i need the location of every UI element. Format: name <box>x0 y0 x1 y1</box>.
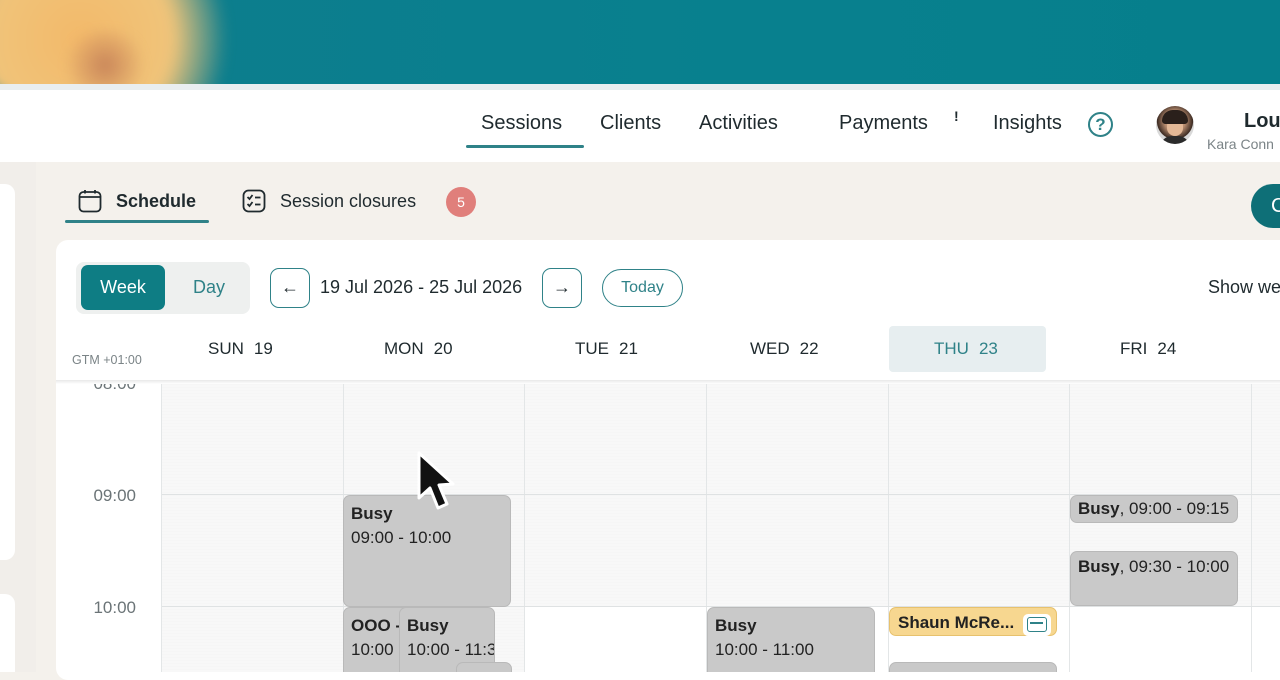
time-label-1000: 10:00 <box>93 598 136 617</box>
nav-payments[interactable]: Payments <box>839 112 928 135</box>
timezone-label: GTM +01:00 <box>72 353 142 367</box>
create-button[interactable]: C <box>1251 184 1280 228</box>
event-time: , 09:30 - 10:00 <box>1119 557 1230 576</box>
calendar-icon <box>78 190 102 213</box>
previous-week-button[interactable]: ← <box>270 268 310 308</box>
closures-count-badge: 5 <box>446 187 476 217</box>
event-time: 10:00 - 11:00 <box>715 640 814 659</box>
header-shadow <box>56 380 1280 384</box>
user-name[interactable]: Lou <box>1244 110 1280 133</box>
event-time: 09:00 - 10:00 <box>351 528 452 547</box>
event-time: 10:00 <box>351 640 394 659</box>
tab-schedule-label: Schedule <box>116 191 197 211</box>
user-organization: Kara Conn <box>1207 136 1274 152</box>
left-panel-card <box>0 184 15 560</box>
event-title: Busy <box>715 616 757 635</box>
event-title: Shaun McRe... <box>898 613 1015 632</box>
event-thu-busy[interactable] <box>889 662 1057 672</box>
next-week-button[interactable]: → <box>542 268 582 308</box>
calendar-grid[interactable]: 08:00 09:00 10:00 Busy 09:00 - 10:00 OOO… <box>56 384 1280 672</box>
event-time: 10:00 - 11:3 <box>407 640 495 659</box>
nav-active-underline <box>466 145 584 148</box>
grid-col-line <box>1251 384 1252 672</box>
event-title: OOO - <box>351 616 402 635</box>
left-panel-card-2 <box>0 594 15 672</box>
nav-activities[interactable]: Activities <box>699 112 778 135</box>
time-label-0800: 08:00 <box>56 384 136 394</box>
tab-session-closures-label: Session closures <box>280 191 417 211</box>
grid-col-line <box>161 384 162 672</box>
event-title: Busy <box>1078 499 1120 518</box>
avatar[interactable] <box>1156 106 1194 144</box>
event-time: , 09:00 - 09:15 <box>1119 499 1230 518</box>
card-payment-icon <box>1027 617 1047 632</box>
event-mon-small[interactable] <box>456 662 512 672</box>
nav-clients[interactable]: Clients <box>600 112 661 135</box>
event-title: Busy <box>1078 557 1120 576</box>
tab-active-underline <box>65 220 209 223</box>
date-range: 19 Jul 2026 - 25 Jul 2026 <box>320 277 523 297</box>
day-header-thu[interactable]: THU 23 <box>934 339 998 359</box>
today-button[interactable]: Today <box>602 269 683 307</box>
checklist-icon <box>242 189 266 213</box>
nav-insights[interactable]: Insights <box>993 112 1062 135</box>
grid-col-line <box>524 384 525 672</box>
event-wed-busy[interactable]: Busy 10:00 - 11:00 <box>707 607 875 672</box>
help-icon[interactable]: ? <box>1088 112 1113 137</box>
event-title: Busy <box>407 616 449 635</box>
header-banner <box>0 0 1280 84</box>
day-header-tue[interactable]: TUE 21 <box>575 339 638 359</box>
week-view-button[interactable]: Week <box>81 265 165 310</box>
time-label-0900: 09:00 <box>93 486 136 505</box>
show-weekend-toggle[interactable]: Show we <box>1208 277 1280 298</box>
grid-col-line <box>1069 384 1070 672</box>
day-view-button[interactable]: Day <box>170 265 248 310</box>
nav-sessions[interactable]: Sessions <box>481 112 562 135</box>
event-fri-busy-2[interactable]: Busy, 09:30 - 10:00 <box>1070 551 1238 606</box>
day-header-mon[interactable]: MON 20 <box>384 339 453 359</box>
mouse-cursor-icon <box>417 451 455 510</box>
payments-alert-mark: ! <box>954 108 959 124</box>
day-header-sun[interactable]: SUN 19 <box>208 339 273 359</box>
day-header-fri[interactable]: FRI 24 <box>1120 339 1176 359</box>
day-header-wed[interactable]: WED 22 <box>750 339 819 359</box>
event-fri-busy-1[interactable]: Busy, 09:00 - 09:15 <box>1070 495 1238 523</box>
